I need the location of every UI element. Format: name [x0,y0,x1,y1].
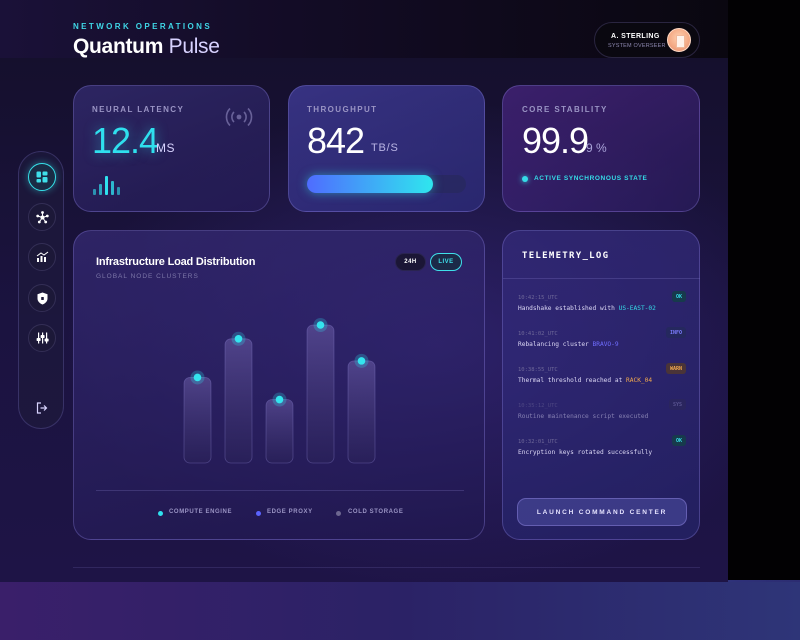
latency-value: 12.4 [92,120,159,161]
log-entry: 10:38:55_UTC Thermal threshold reached a… [518,363,686,384]
log-entry: 10:42:15_UTC Handshake established with … [518,291,686,312]
brand-title: Quantum Pulse [73,35,220,59]
log-highlight: BRAVO-9 [592,341,619,348]
sidebar-item-analytics[interactable] [28,243,56,271]
network-nodes-icon [35,210,49,223]
log-entry: 10:35:12_UTC Routine maintenance script … [518,399,686,420]
log-entry: 10:32:01_UTC Encryption keys rotated suc… [518,435,686,456]
status-dot [522,176,528,182]
chart-point [316,321,325,329]
log-time: 10:32:01_UTC [518,439,558,445]
latency-bar [111,181,114,195]
chart-divider [96,490,464,491]
log-text: Handshake established with [518,305,619,312]
latency-label: NEURAL LATENCY [92,105,185,114]
chart-point [234,335,243,343]
log-tag: SYS [668,399,686,410]
legend-dot-compute [158,511,163,516]
brand-eyebrow: NETWORK OPERATIONS [73,22,213,31]
log-time: 10:42:15_UTC [518,295,558,301]
latency-sparkbars [93,175,125,195]
latency-bar [99,184,102,195]
log-message: Rebalancing cluster BRAVO-9 [518,341,686,348]
legend-cold: COLD STORAGE [348,509,404,515]
log-tag: OK [671,435,686,446]
log-tag: INFO [665,327,686,338]
chart-bar[interactable] [224,338,253,464]
logout-icon [36,402,48,414]
user-name: A. STERLING [611,33,660,40]
chart-bar[interactable] [347,360,376,464]
log-highlight: RACK_04 [626,377,653,384]
telemetry-divider [503,278,700,279]
user-role: SYSTEM OVERSEER [608,43,666,49]
telemetry-title: TELEMETRY_LOG [522,251,610,261]
load-bar-chart [183,318,376,464]
log-message: Routine maintenance script executed [518,413,649,420]
throughput-value: 842 [307,120,365,161]
footer-divider [73,567,700,568]
latency-bar [93,189,96,195]
chart-bar[interactable] [183,377,212,464]
throughput-card: THROUGHPUT 842 TB/S [288,85,485,212]
sidebar [18,151,64,429]
log-message: Thermal threshold reached at RACK_04 [518,377,686,384]
neural-latency-card: NEURAL LATENCY 12.4 MS [73,85,270,212]
chart-point [193,373,202,382]
brand-title-bold: Quantum [73,35,164,58]
load-distribution-panel: Infrastructure Load Distribution GLOBAL … [73,230,485,540]
log-entry: 10:41:02_UTC Rebalancing cluster BRAVO-9… [518,327,686,348]
right-edge [728,0,800,580]
chart-point [357,357,366,365]
log-time: 10:38:55_UTC [518,367,558,373]
sidebar-item-network[interactable] [28,203,56,231]
log-message: Encryption keys rotated successfully [518,449,653,456]
legend-dot-cold [336,511,341,516]
core-stability-card: CORE STABILITY 99.9 9 % ACTIVE SYNCHRONO… [502,85,700,212]
latency-bar [105,176,108,195]
dashboard-grid-icon [36,171,48,183]
stability-unit: 9 % [586,141,607,155]
chart-bar[interactable] [306,324,335,464]
user-profile-chip[interactable]: A. STERLING SYSTEM OVERSEER [594,22,700,58]
stability-label: CORE STABILITY [522,105,608,114]
legend-dot-edge [256,511,261,516]
chart-bar[interactable] [265,399,294,464]
launch-command-center-button[interactable]: LAUNCH COMMAND CENTER [517,498,687,526]
log-time: 10:41:02_UTC [518,331,558,337]
sidebar-item-dashboard[interactable] [28,163,56,191]
brand-title-light: Pulse [168,35,220,58]
shield-icon [37,292,47,304]
avatar[interactable] [667,28,691,52]
legend-edge: EDGE PROXY [267,509,313,515]
throughput-progress-track [307,175,466,193]
throughput-progress-fill [307,175,433,193]
analytics-chart-icon [36,251,48,262]
brand: NETWORK OPERATIONS Quantum Pulse [73,22,220,59]
log-message: Handshake established with US-EAST-02 [518,305,686,312]
throughput-unit: TB/S [371,142,399,154]
broadcast-icon [225,107,253,127]
log-time: 10:35:12_UTC [518,403,558,409]
legend-compute: COMPUTE ENGINE [169,509,233,515]
logout-button[interactable] [33,399,51,417]
stability-status: ACTIVE SYNCHRONOUS STATE [534,175,648,182]
sliders-icon [36,332,49,344]
throughput-label: THROUGHPUT [307,105,378,114]
bottom-band [0,582,800,640]
latency-bar [117,187,120,195]
latency-unit: MS [156,141,175,155]
log-tag: OK [671,291,686,302]
chart-point [275,395,284,404]
log-text: Rebalancing cluster [518,341,593,348]
telemetry-panel: TELEMETRY_LOG 10:42:15_UTC Handshake est… [502,230,700,540]
stability-value: 99.9 [522,120,589,161]
log-tag: WARN [665,363,686,374]
log-highlight: US-EAST-02 [618,305,656,312]
sidebar-item-security[interactable] [28,284,56,312]
log-text: Thermal threshold reached at [518,377,627,384]
sidebar-item-controls[interactable] [28,324,56,352]
